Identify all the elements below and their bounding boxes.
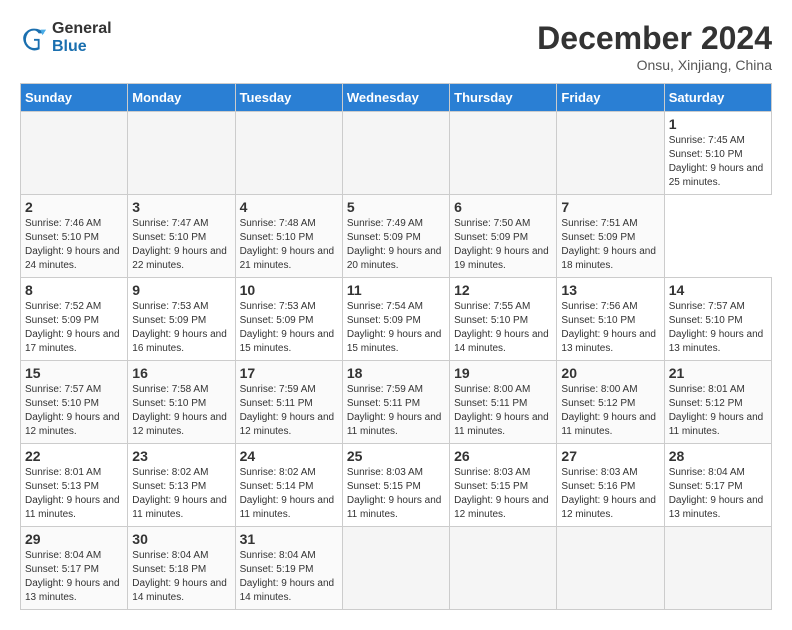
calendar-day-29: 29Sunrise: 8:04 AMSunset: 5:17 PMDayligh… [21, 527, 128, 610]
calendar-day-16: 16Sunrise: 7:58 AMSunset: 5:10 PMDayligh… [128, 361, 235, 444]
header-monday: Monday [128, 84, 235, 112]
calendar-day-13: 13Sunrise: 7:56 AMSunset: 5:10 PMDayligh… [557, 278, 664, 361]
calendar-day-14: 14Sunrise: 7:57 AMSunset: 5:10 PMDayligh… [664, 278, 771, 361]
empty-cell [342, 112, 449, 195]
calendar-day-21: 21Sunrise: 8:01 AMSunset: 5:12 PMDayligh… [664, 361, 771, 444]
calendar-day-30: 30Sunrise: 8:04 AMSunset: 5:18 PMDayligh… [128, 527, 235, 610]
calendar-week-5: 29Sunrise: 8:04 AMSunset: 5:17 PMDayligh… [21, 527, 772, 610]
calendar-day-2: 2Sunrise: 7:46 AMSunset: 5:10 PMDaylight… [21, 195, 128, 278]
calendar-day-26: 26Sunrise: 8:03 AMSunset: 5:15 PMDayligh… [450, 444, 557, 527]
calendar-day-7: 7Sunrise: 7:51 AMSunset: 5:09 PMDaylight… [557, 195, 664, 278]
calendar-day-3: 3Sunrise: 7:47 AMSunset: 5:10 PMDaylight… [128, 195, 235, 278]
calendar-day-20: 20Sunrise: 8:00 AMSunset: 5:12 PMDayligh… [557, 361, 664, 444]
calendar-day-19: 19Sunrise: 8:00 AMSunset: 5:11 PMDayligh… [450, 361, 557, 444]
calendar-day-24: 24Sunrise: 8:02 AMSunset: 5:14 PMDayligh… [235, 444, 342, 527]
page-header: General Blue December 2024 Onsu, Xinjian… [20, 20, 772, 73]
header-saturday: Saturday [664, 84, 771, 112]
calendar-day-31: 31Sunrise: 8:04 AMSunset: 5:19 PMDayligh… [235, 527, 342, 610]
calendar-table: SundayMondayTuesdayWednesdayThursdayFrid… [20, 83, 772, 610]
calendar-day-4: 4Sunrise: 7:48 AMSunset: 5:10 PMDaylight… [235, 195, 342, 278]
calendar-day-28: 28Sunrise: 8:04 AMSunset: 5:17 PMDayligh… [664, 444, 771, 527]
calendar-week-2: 8Sunrise: 7:52 AMSunset: 5:09 PMDaylight… [21, 278, 772, 361]
header-sunday: Sunday [21, 84, 128, 112]
calendar-day-25: 25Sunrise: 8:03 AMSunset: 5:15 PMDayligh… [342, 444, 449, 527]
calendar-day-5: 5Sunrise: 7:49 AMSunset: 5:09 PMDaylight… [342, 195, 449, 278]
header-row: SundayMondayTuesdayWednesdayThursdayFrid… [21, 84, 772, 112]
calendar-day-10: 10Sunrise: 7:53 AMSunset: 5:09 PMDayligh… [235, 278, 342, 361]
logo-text: General Blue [52, 20, 112, 56]
header-friday: Friday [557, 84, 664, 112]
logo-icon [20, 24, 48, 52]
empty-cell [450, 112, 557, 195]
calendar-day-17: 17Sunrise: 7:59 AMSunset: 5:11 PMDayligh… [235, 361, 342, 444]
calendar-week-3: 15Sunrise: 7:57 AMSunset: 5:10 PMDayligh… [21, 361, 772, 444]
empty-cell [235, 112, 342, 195]
empty-cell [557, 112, 664, 195]
logo: General Blue [20, 20, 112, 56]
calendar-day-8: 8Sunrise: 7:52 AMSunset: 5:09 PMDaylight… [21, 278, 128, 361]
title-block: December 2024 Onsu, Xinjiang, China [537, 20, 772, 73]
empty-cell [128, 112, 235, 195]
empty-cell [450, 527, 557, 610]
empty-cell [342, 527, 449, 610]
empty-cell [664, 527, 771, 610]
calendar-day-27: 27Sunrise: 8:03 AMSunset: 5:16 PMDayligh… [557, 444, 664, 527]
calendar-day-11: 11Sunrise: 7:54 AMSunset: 5:09 PMDayligh… [342, 278, 449, 361]
calendar-week-1: 2Sunrise: 7:46 AMSunset: 5:10 PMDaylight… [21, 195, 772, 278]
calendar-day-1: 1Sunrise: 7:45 AMSunset: 5:10 PMDaylight… [664, 112, 771, 195]
calendar-day-18: 18Sunrise: 7:59 AMSunset: 5:11 PMDayligh… [342, 361, 449, 444]
month-title: December 2024 [537, 20, 772, 57]
header-wednesday: Wednesday [342, 84, 449, 112]
calendar-day-23: 23Sunrise: 8:02 AMSunset: 5:13 PMDayligh… [128, 444, 235, 527]
empty-cell [21, 112, 128, 195]
calendar-week-0: 1Sunrise: 7:45 AMSunset: 5:10 PMDaylight… [21, 112, 772, 195]
empty-cell [557, 527, 664, 610]
location: Onsu, Xinjiang, China [537, 57, 772, 73]
calendar-day-12: 12Sunrise: 7:55 AMSunset: 5:10 PMDayligh… [450, 278, 557, 361]
calendar-day-22: 22Sunrise: 8:01 AMSunset: 5:13 PMDayligh… [21, 444, 128, 527]
calendar-day-9: 9Sunrise: 7:53 AMSunset: 5:09 PMDaylight… [128, 278, 235, 361]
header-thursday: Thursday [450, 84, 557, 112]
calendar-day-15: 15Sunrise: 7:57 AMSunset: 5:10 PMDayligh… [21, 361, 128, 444]
calendar-day-6: 6Sunrise: 7:50 AMSunset: 5:09 PMDaylight… [450, 195, 557, 278]
header-tuesday: Tuesday [235, 84, 342, 112]
calendar-week-4: 22Sunrise: 8:01 AMSunset: 5:13 PMDayligh… [21, 444, 772, 527]
